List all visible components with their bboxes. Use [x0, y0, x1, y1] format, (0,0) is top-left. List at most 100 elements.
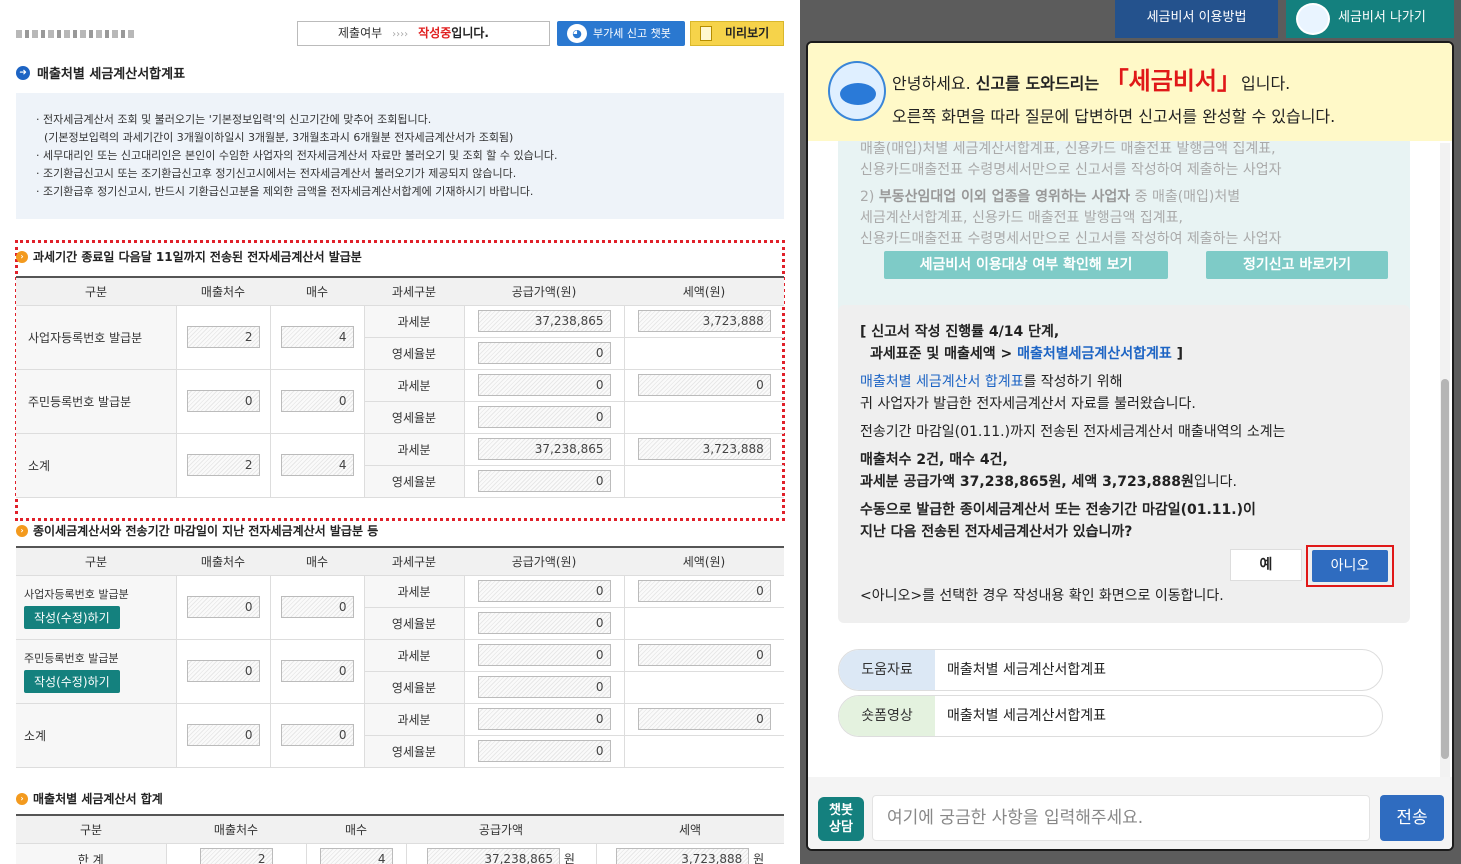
- amount-input[interactable]: 0: [477, 580, 611, 602]
- amount-input[interactable]: 0: [477, 676, 611, 698]
- tax-cell: 3,723,888 원: [595, 843, 784, 864]
- progress-line: [ 신고서 작성 진행률 4/14 단계,: [860, 324, 1060, 340]
- count-cell: 0: [175, 369, 270, 434]
- msg-line: 귀 사업자가 발급한 전자세금계산서 자료를 불러왔습니다.: [860, 396, 1196, 412]
- tax-input[interactable]: 3,723,888: [616, 848, 750, 864]
- tax-type: 과세분: [363, 703, 464, 736]
- vat-chatbot-button[interactable]: ◕ 부가세 신고 챗봇: [557, 21, 685, 46]
- count-input[interactable]: 0: [186, 596, 260, 618]
- bullet-icon: ›: [16, 792, 28, 805]
- row-label: 한 계: [16, 843, 166, 864]
- bullet-icon: ›: [16, 250, 28, 263]
- tax-cell: 3,723,888: [623, 305, 784, 338]
- count-cell: 0: [175, 639, 270, 704]
- amount-cell: 37,238,865 원: [405, 843, 596, 864]
- scroll-thumb[interactable]: [1441, 379, 1449, 759]
- empty-cell: [623, 735, 784, 768]
- exit-tab[interactable]: 세금비서 나가기: [1286, 0, 1454, 38]
- col-header: 매수: [270, 546, 364, 576]
- amount-cell: 0: [463, 671, 624, 704]
- no-button[interactable]: 아니오: [1312, 550, 1388, 582]
- greeting-bold: 신고를 도와드리는: [975, 74, 1105, 93]
- sheets-input[interactable]: 0: [280, 660, 354, 682]
- submission-status: 제출여부 ›››› 작성중입니다.: [297, 21, 550, 46]
- link-tag: 숏폼영상: [839, 696, 935, 736]
- amount-input[interactable]: 0: [477, 644, 611, 666]
- col-header: 매수: [270, 276, 364, 306]
- sheets-input[interactable]: 4: [319, 848, 393, 864]
- amount-input[interactable]: 37,238,865: [477, 310, 611, 332]
- badge-line: 챗봇: [829, 803, 853, 818]
- amount-input[interactable]: 37,238,865: [477, 438, 611, 460]
- col-header: 구분: [16, 546, 176, 576]
- col-header: 공급가액: [406, 814, 596, 844]
- chat-input[interactable]: 여기에 궁금한 사항을 입력해주세요.: [872, 795, 1370, 841]
- regular-filing-button[interactable]: 정기신고 바로가기: [1206, 251, 1388, 279]
- tax-type: 과세분: [363, 575, 464, 608]
- preview-button[interactable]: 미리보기: [690, 21, 784, 46]
- sheets-input[interactable]: 0: [280, 390, 354, 412]
- count-input[interactable]: 0: [186, 390, 260, 412]
- count-input[interactable]: 2: [186, 454, 260, 476]
- count-input[interactable]: 0: [186, 724, 260, 746]
- amount-input[interactable]: 0: [477, 470, 611, 492]
- count-input[interactable]: 2: [199, 848, 273, 864]
- sheets-input[interactable]: 0: [280, 724, 354, 746]
- notice-box: · 전자세금계산서 조회 및 불러오기는 '기본정보입력'의 신고기간에 맞추어…: [16, 93, 784, 219]
- notice-line: · 전자세금계산서 조회 및 불러오기는 '기본정보입력'의 신고기간에 맞추어…: [36, 113, 432, 126]
- chat-scrollbar[interactable]: [1440, 143, 1450, 777]
- card-line: 2) 부동산임대업 이외 업종을 영위하는 사업자 중 매출(매입)처별: [860, 187, 1388, 208]
- short-video-link[interactable]: 숏폼영상 매출처별 세금계산서합계표: [838, 695, 1383, 737]
- count-cell: 0: [175, 575, 270, 640]
- guide-tab[interactable]: 세금비서 이용방법: [1115, 0, 1278, 38]
- col-header: 구분: [16, 276, 176, 306]
- amount-input[interactable]: 0: [477, 406, 611, 428]
- sheets-input[interactable]: 0: [280, 596, 354, 618]
- unit-label: 원: [753, 852, 765, 864]
- amount-input[interactable]: 0: [477, 708, 611, 730]
- sheets-input[interactable]: 4: [280, 326, 354, 348]
- greeting-line1: 안녕하세요. 신고를 도와드리는 「세금비서」입니다.: [892, 61, 1290, 96]
- col-header: 세액: [596, 814, 784, 844]
- amount-cell: 0: [463, 401, 624, 434]
- amount-cell: 0: [463, 369, 624, 402]
- unit-label: 원: [563, 852, 575, 864]
- tax-input[interactable]: 0: [637, 580, 771, 602]
- tax-input[interactable]: 0: [637, 644, 771, 666]
- tax-cell: 3,723,888: [623, 433, 784, 466]
- amount-input[interactable]: 0: [477, 374, 611, 396]
- count-cell: 0: [175, 703, 270, 768]
- tax-input[interactable]: 3,723,888: [637, 310, 771, 332]
- edit-button[interactable]: 작성(수정)하기: [24, 605, 120, 629]
- help-material-link[interactable]: 도움자료 매출처별 세금계산서합계표: [838, 649, 1383, 691]
- progress-current: 매출처별세금계산서합계표: [1017, 346, 1172, 362]
- amount-input[interactable]: 0: [477, 342, 611, 364]
- col-header: 매출처수: [176, 546, 270, 576]
- amount-input[interactable]: 0: [477, 740, 611, 762]
- sheets-cell: 0: [269, 639, 364, 704]
- card-bold: 부동산임대업 이외 업종을 영위하는 사업자: [878, 189, 1131, 205]
- sheets-input[interactable]: 4: [280, 454, 354, 476]
- tax-input[interactable]: 0: [637, 374, 771, 396]
- yes-button[interactable]: 예: [1230, 549, 1302, 581]
- count-input[interactable]: 2: [186, 326, 260, 348]
- table3-title: › 매출처별 세금계산서 합계: [16, 790, 163, 807]
- sheets-cell: 4: [269, 433, 364, 498]
- count-input[interactable]: 0: [186, 660, 260, 682]
- tax-input[interactable]: 0: [637, 708, 771, 730]
- check-eligibility-button[interactable]: 세금비서 이용대상 여부 확인해 보기: [884, 251, 1168, 279]
- status-label: 제출여부: [338, 26, 383, 40]
- amount-cell: 0: [463, 703, 624, 736]
- amount-input[interactable]: 37,238,865: [427, 848, 561, 864]
- sheets-cell: 4: [305, 843, 406, 864]
- card-text: 2): [860, 189, 879, 205]
- edit-button[interactable]: 작성(수정)하기: [24, 669, 120, 693]
- send-button[interactable]: 전송: [1380, 795, 1444, 841]
- msg-line: 과세분 공급가액 37,238,865원, 세액 3,723,888원입니다.: [860, 471, 1388, 493]
- vat-chatbot-label: 부가세 신고 챗봇: [593, 27, 671, 40]
- chatbot-consult-badge[interactable]: 챗봇 상담: [818, 797, 864, 841]
- tax-input[interactable]: 3,723,888: [637, 438, 771, 460]
- amount-input[interactable]: 0: [477, 612, 611, 634]
- empty-cell: [623, 607, 784, 640]
- progress-end: ]: [1171, 346, 1183, 362]
